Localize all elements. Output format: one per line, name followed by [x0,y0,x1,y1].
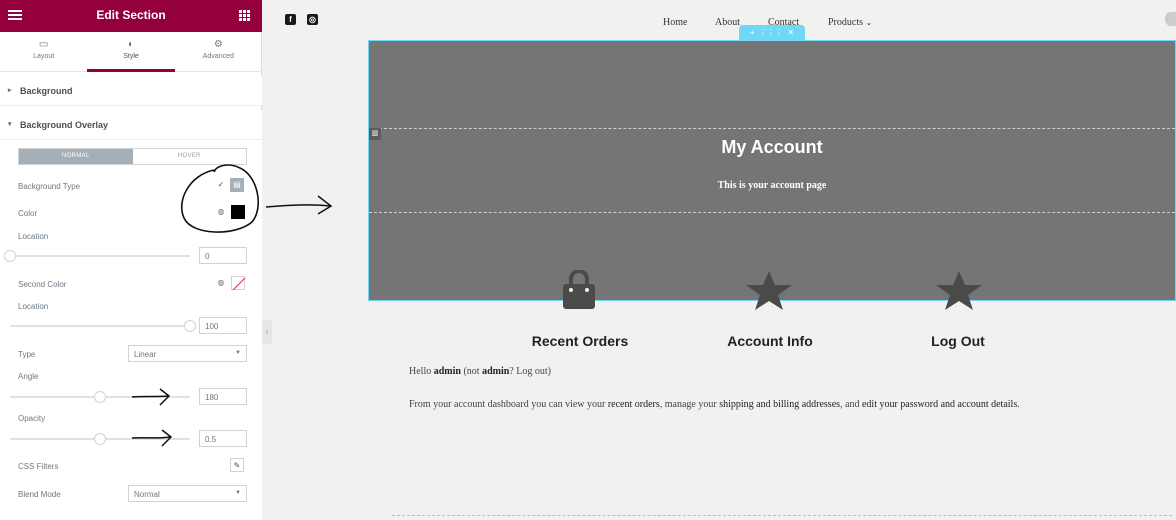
section-background-label: Background [20,86,73,96]
instagram-icon[interactable]: ◎ [307,14,318,25]
nav-about[interactable]: About [715,17,740,28]
normal-tab[interactable]: NORMAL [19,149,133,164]
nav-home[interactable]: Home [663,17,687,28]
blend-mode-label: Blend Mode [18,490,61,499]
globe-icon[interactable]: ◍ [214,276,228,290]
caret-right-icon: ▸ [8,87,12,94]
second-location-slider-track[interactable] [10,325,190,327]
greeting-hello: Hello [409,366,434,377]
panel-tabs: ▭ Layout ◐ Style ⚙ Advanced [0,32,262,72]
tab-layout-label: Layout [33,53,55,60]
greeting-user: admin [433,366,461,377]
css-filters-label: CSS Filters [18,462,59,471]
caret-down-icon: ▾ [8,121,12,128]
feature-log-out[interactable]: Log Out [868,333,1048,349]
location-label: Location [18,232,49,241]
location-input[interactable]: 0 [199,247,247,264]
panel-header: Edit Section [0,0,262,32]
blend-mode-value: Normal [134,490,160,499]
facebook-icon[interactable]: f [285,14,296,25]
second-color-label: Second Color [18,280,67,289]
feature-recent-orders[interactable]: Recent Orders [490,333,670,349]
section-background-overlay-label: Background Overlay [20,120,109,130]
layout-icon: ▭ [38,39,49,50]
recent-orders-link[interactable]: recent orders [608,399,660,410]
section-handle[interactable]: + ⋮⋮⋮ ✕ [739,25,805,41]
editor-panel: Edit Section ▭ Layout ◐ Style ⚙ Advanced… [0,0,262,520]
star-icon [936,271,982,310]
location-slider-track[interactable] [10,255,190,257]
hero-title: My Account [721,137,823,157]
tab-advanced[interactable]: ⚙ Advanced [175,32,262,71]
opacity-slider-handle[interactable] [94,433,106,445]
tab-style[interactable]: ◐ Style [87,32,175,72]
type-label: Type [18,350,36,359]
blend-mode-select[interactable]: Normal ▼ [128,485,247,502]
color-swatch[interactable] [231,205,245,219]
feature-account-info[interactable]: Account Info [680,333,860,349]
page-preview: f ◎ Home About Contact Products ⌄ + ⋮⋮⋮ … [272,0,1176,520]
greeting-text: Hello admin (not admin? Log out) [409,366,551,377]
second-location-input[interactable]: 100 [199,317,247,334]
widgets-grid-icon[interactable] [239,10,250,21]
dash-t1: From your account dashboard you can view… [409,399,608,410]
chevron-down-icon: ▼ [235,490,241,496]
angle-slider-handle[interactable] [94,391,106,403]
footer-divider [392,515,1172,516]
gradient-icon[interactable]: ▤ [230,178,244,192]
opacity-input[interactable]: 0.5 [199,430,247,447]
logout-link[interactable]: Log out [516,366,547,377]
star-icon [746,271,792,310]
type-select-value: Linear [134,350,157,359]
empty-color-swatch[interactable] [231,276,246,291]
tab-advanced-label: Advanced [202,53,234,60]
section-background[interactable]: ▸ Background [0,76,262,106]
pencil-icon[interactable]: ✎ [230,458,244,472]
account-avatar-icon[interactable] [1165,12,1176,26]
dashboard-text: From your account dashboard you can view… [409,399,1020,410]
opacity-label: Opacity [18,414,46,423]
second-location-slider-handle[interactable] [184,320,196,332]
hero-subtitle: This is your account page [717,180,827,191]
panel-title: Edit Section [96,8,166,22]
background-type-label: Background Type [18,182,81,191]
account-hero-section[interactable]: + ⋮⋮⋮ ✕ ▥ My Account This is your accoun… [368,25,1176,301]
globe-icon[interactable]: ◍ [214,205,228,219]
type-select[interactable]: Linear ▼ [128,345,247,362]
tab-style-label: Style [123,53,139,60]
second-location-label: Location [18,302,49,311]
color-label: Color [18,209,38,218]
chevron-down-icon: ▼ [235,350,241,356]
account-details-link[interactable]: edit your password and account details [862,399,1017,410]
brush-icon[interactable]: ✓ [214,178,228,192]
style-icon: ◐ [127,39,134,50]
dash-t2: , manage your [659,399,720,410]
location-slider-handle[interactable] [4,250,16,262]
site-header: f ◎ Home About Contact Products ⌄ [272,0,1176,40]
angle-input[interactable]: 180 [199,388,247,405]
no-color-slash-icon [232,277,246,291]
greeting-user2: admin [482,366,510,377]
dash-t4: . [1017,399,1020,410]
chevron-down-icon: ⌄ [865,18,873,27]
nav-products-label: Products [828,17,863,28]
addresses-link[interactable]: shipping and billing addresses [719,399,840,410]
state-toggle: NORMAL HOVER [18,148,247,165]
angle-label: Angle [18,372,39,381]
collapse-panel-icon[interactable]: ‹ [262,320,272,344]
greeting-not: (not [460,366,483,377]
tab-layout[interactable]: ▭ Layout [0,32,87,71]
shopping-bag-icon [563,270,595,309]
greeting-close: ) [547,366,551,377]
hover-tab[interactable]: HOVER [133,149,247,164]
gear-icon: ⚙ [213,39,223,50]
nav-products[interactable]: Products ⌄ [828,17,872,28]
section-background-overlay[interactable]: ▾ Background Overlay [0,110,262,140]
dash-t3: , and [840,399,862,410]
